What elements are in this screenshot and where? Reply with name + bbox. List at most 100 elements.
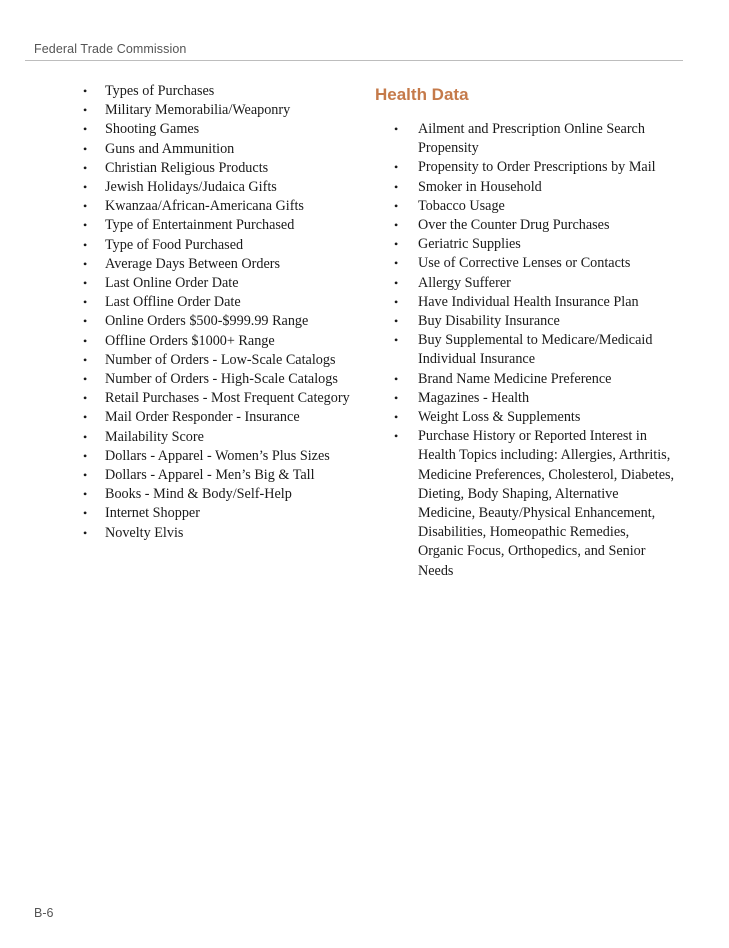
bullet-icon: •: [83, 333, 88, 348]
list-item-text: Military Memorabilia/Weaponry: [105, 102, 291, 119]
list-item-text: Type of Food Purchased: [105, 236, 244, 253]
bullet-icon: •: [83, 487, 88, 502]
bullet-icon: •: [83, 84, 88, 98]
bullet-icon: •: [83, 372, 88, 387]
bullet-icon: •: [394, 390, 399, 405]
list-item: • Type of Entertainment Purchased: [83, 216, 363, 235]
list-item: • Mailability Score: [83, 428, 363, 447]
list-item-text: Ailment and Prescription Online Search P…: [418, 121, 645, 157]
bullet-icon: •: [83, 352, 88, 367]
bullet-icon: •: [83, 410, 88, 425]
list-item: • Type of Food Purchased: [83, 236, 363, 255]
list-item-text: Last Offline Order Date: [105, 294, 241, 311]
bullet-icon: •: [394, 198, 399, 213]
right-column: Health Data • Ailment and Prescription On…: [375, 84, 675, 581]
list-item: • Online Orders $500-$999.99 Range: [83, 312, 363, 331]
list-item: • Geriatric Supplies: [394, 235, 675, 254]
list-item-text: Buy Supplemental to Medicare/Medicaid In…: [418, 332, 653, 368]
bullet-icon: •: [394, 218, 399, 233]
list-item-text: Tobacco Usage: [418, 197, 505, 214]
page-number: B-6: [34, 906, 54, 920]
list-item-text: Retail Purchases - Most Frequent Categor…: [105, 390, 350, 407]
list-item: • Shooting Games: [83, 120, 363, 139]
bullet-icon: •: [83, 295, 88, 310]
bullet-icon: •: [394, 275, 399, 290]
list-item-text: Over the Counter Drug Purchases: [418, 217, 610, 234]
list-item: • Average Days Between Orders: [83, 255, 363, 274]
list-item: • Magazines - Health: [394, 389, 675, 408]
list-item-text: Type of Entertainment Purchased: [105, 217, 295, 234]
bullet-icon: •: [394, 179, 399, 194]
list-item-text: Brand Name Medicine Preference: [418, 370, 612, 387]
bullet-icon: •: [394, 237, 399, 252]
list-item-text: Mailability Score: [105, 428, 204, 445]
bullet-icon: •: [83, 122, 88, 137]
bullet-icon: •: [83, 199, 88, 214]
bullet-icon: •: [394, 333, 399, 348]
list-item-text: Novelty Elvis: [105, 524, 184, 541]
list-item: • Weight Loss & Supplements: [394, 408, 675, 427]
list-item: • Dollars - Apparel - Men’s Big & Tall: [83, 466, 363, 485]
bullet-icon: •: [83, 237, 88, 252]
list-item: • Guns and Ammunition: [83, 140, 363, 159]
bullet-icon: •: [83, 429, 88, 444]
list-item: • Kwanzaa/African-Americana Gifts: [83, 197, 363, 216]
bullet-icon: •: [83, 276, 88, 291]
bullet-icon: •: [83, 218, 88, 233]
running-header-title: Federal Trade Commission: [34, 42, 187, 56]
list-item: • Mail Order Responder - Insurance: [83, 408, 363, 427]
bullet-icon: •: [394, 410, 399, 425]
list-item: • Number of Orders - High-Scale Catalogs: [83, 370, 363, 389]
list-item-text: Last Online Order Date: [105, 275, 239, 292]
list-item-text: Mail Order Responder - Insurance: [105, 409, 300, 426]
list-item-text: Propensity to Order Prescriptions by Mai…: [418, 159, 656, 176]
list-item: • Military Memorabilia/Weaponry: [83, 101, 363, 120]
list-item: • Buy Disability Insurance: [394, 312, 675, 331]
bullet-icon: •: [83, 506, 88, 521]
bullet-icon: •: [83, 160, 88, 175]
bullet-icon: •: [394, 256, 399, 271]
health-data-bullet-list: • Ailment and Prescription Online Search …: [375, 120, 675, 581]
list-item-text: Allergy Sufferer: [418, 274, 511, 291]
bullet-icon: •: [394, 294, 399, 309]
list-item: • Last Online Order Date: [83, 274, 363, 293]
bullet-icon: •: [394, 122, 399, 136]
list-item-text: Kwanzaa/African-Americana Gifts: [105, 198, 304, 215]
list-item: • Brand Name Medicine Preference: [394, 370, 675, 389]
bullet-icon: •: [83, 391, 88, 406]
list-item: • Books - Mind & Body/Self-Help: [83, 485, 363, 504]
list-item-text: Online Orders $500-$999.99 Range: [105, 313, 309, 330]
list-item: • Propensity to Order Prescriptions by Ma…: [394, 158, 675, 177]
list-item-text: Christian Religious Products: [105, 159, 269, 176]
list-item-text: Purchase History or Reported Interest in…: [418, 428, 675, 579]
bullet-icon: •: [394, 160, 399, 175]
list-item: • Number of Orders - Low-Scale Catalogs: [83, 351, 363, 370]
list-item: • Ailment and Prescription Online Search …: [394, 120, 675, 158]
list-item-text: Use of Corrective Lenses or Contacts: [418, 255, 631, 272]
bullet-icon: •: [394, 314, 399, 329]
list-item-text: Types of Purchases: [105, 83, 215, 99]
list-item: • Christian Religious Products: [83, 159, 363, 178]
list-item: • Retail Purchases - Most Frequent Catego…: [83, 389, 363, 408]
list-item: • Novelty Elvis: [83, 524, 363, 543]
bullet-icon: •: [83, 525, 88, 540]
list-item-text: Internet Shopper: [105, 505, 200, 522]
list-item-text: Number of Orders - High-Scale Catalogs: [105, 371, 338, 388]
list-item-text: Offline Orders $1000+ Range: [105, 332, 275, 349]
list-item-text: Dollars - Apparel - Men’s Big & Tall: [105, 467, 315, 484]
left-bullet-list: • Types of Purchases • Military Memorabili…: [83, 82, 363, 543]
list-item: • Allergy Sufferer: [394, 274, 675, 293]
list-item: • Buy Supplemental to Medicare/Medicaid I…: [394, 331, 675, 369]
bullet-icon: •: [394, 371, 399, 386]
list-item: • Jewish Holidays/Judaica Gifts: [83, 178, 363, 197]
left-column: • Types of Purchases • Military Memorabili…: [83, 82, 363, 543]
bullet-icon: •: [83, 468, 88, 483]
list-item: • Tobacco Usage: [394, 197, 675, 216]
list-item-text: Jewish Holidays/Judaica Gifts: [105, 179, 277, 196]
list-item: • Over the Counter Drug Purchases: [394, 216, 675, 235]
list-item: • Types of Purchases: [83, 82, 363, 101]
list-item-text: Geriatric Supplies: [418, 236, 521, 253]
list-item-text: Average Days Between Orders: [105, 255, 281, 272]
list-item-text: Shooting Games: [105, 121, 200, 138]
list-item-text: Smoker in Household: [418, 178, 542, 195]
